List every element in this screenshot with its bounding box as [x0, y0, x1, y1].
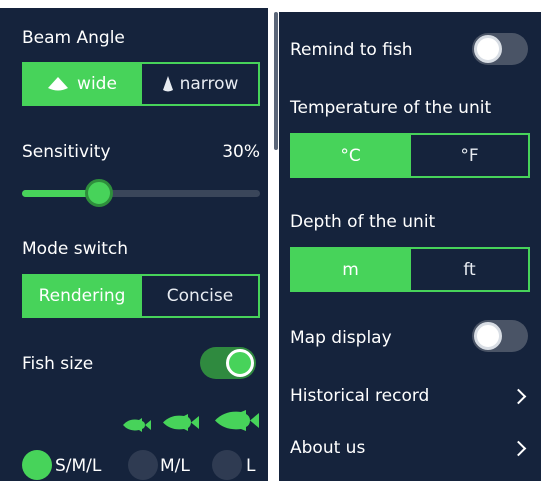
remind-title: Remind to fish [290, 40, 413, 60]
scrollbar[interactable] [274, 12, 278, 150]
map-display-toggle[interactable] [472, 320, 528, 352]
sensitivity-title: Sensitivity [22, 142, 111, 162]
size-ml-label: M/L [160, 456, 190, 476]
depth-meters-option[interactable]: m [292, 249, 409, 290]
toggle-knob [226, 349, 254, 377]
depth-title: Depth of the unit [290, 212, 436, 232]
chevron-right-icon [510, 440, 527, 457]
temperature-fahrenheit-option[interactable]: °F [409, 135, 528, 176]
size-sml-radio[interactable] [22, 450, 52, 480]
size-l-radio[interactable] [212, 450, 242, 480]
beam-angle-title: Beam Angle [22, 28, 125, 48]
settings-right-panel: Remind to fish Temperature of the unit °… [279, 12, 541, 481]
mode-switch-segmented: Rendering Concise [22, 274, 260, 318]
fish-icon [215, 410, 259, 431]
toggle-knob [474, 35, 502, 63]
temperature-segmented: °C °F [290, 133, 530, 178]
fish-size-title: Fish size [22, 354, 94, 374]
historical-record-row[interactable]: Historical record [279, 374, 541, 416]
historical-record-label: Historical record [290, 386, 430, 406]
map-display-title: Map display [290, 328, 392, 348]
fish-icon [163, 414, 199, 431]
toggle-knob [474, 322, 502, 350]
settings-left-panel: Beam Angle wide narrow Sensitivity 30% M… [0, 8, 268, 481]
beam-narrow-option[interactable]: narrow [140, 64, 258, 104]
size-l-label: L [246, 456, 256, 476]
depth-feet-option[interactable]: ft [409, 249, 528, 290]
remind-toggle[interactable] [472, 33, 528, 65]
temperature-celsius-option[interactable]: °C [292, 135, 409, 176]
about-us-row[interactable]: About us [279, 426, 541, 468]
mode-switch-title: Mode switch [22, 239, 128, 259]
mode-concise-option[interactable]: Concise [140, 276, 258, 316]
mode-rendering-option[interactable]: Rendering [24, 276, 140, 316]
about-us-label: About us [290, 438, 366, 458]
chevron-right-icon [510, 388, 527, 405]
sensitivity-slider[interactable] [22, 182, 260, 204]
beam-narrow-label: narrow [179, 74, 239, 94]
slider-thumb[interactable] [85, 179, 113, 207]
fish-icon [123, 418, 151, 432]
fish-size-toggle[interactable] [200, 347, 256, 379]
beam-angle-segmented: wide narrow [22, 62, 260, 106]
wide-beam-icon [48, 77, 69, 91]
sensitivity-value: 30% [222, 142, 260, 162]
size-sml-label: S/M/L [55, 456, 102, 476]
temperature-title: Temperature of the unit [290, 98, 492, 118]
beam-wide-option[interactable]: wide [24, 64, 140, 104]
size-ml-radio[interactable] [128, 450, 158, 480]
beam-wide-label: wide [77, 74, 117, 94]
narrow-beam-icon [162, 76, 173, 92]
depth-segmented: m ft [290, 247, 530, 292]
